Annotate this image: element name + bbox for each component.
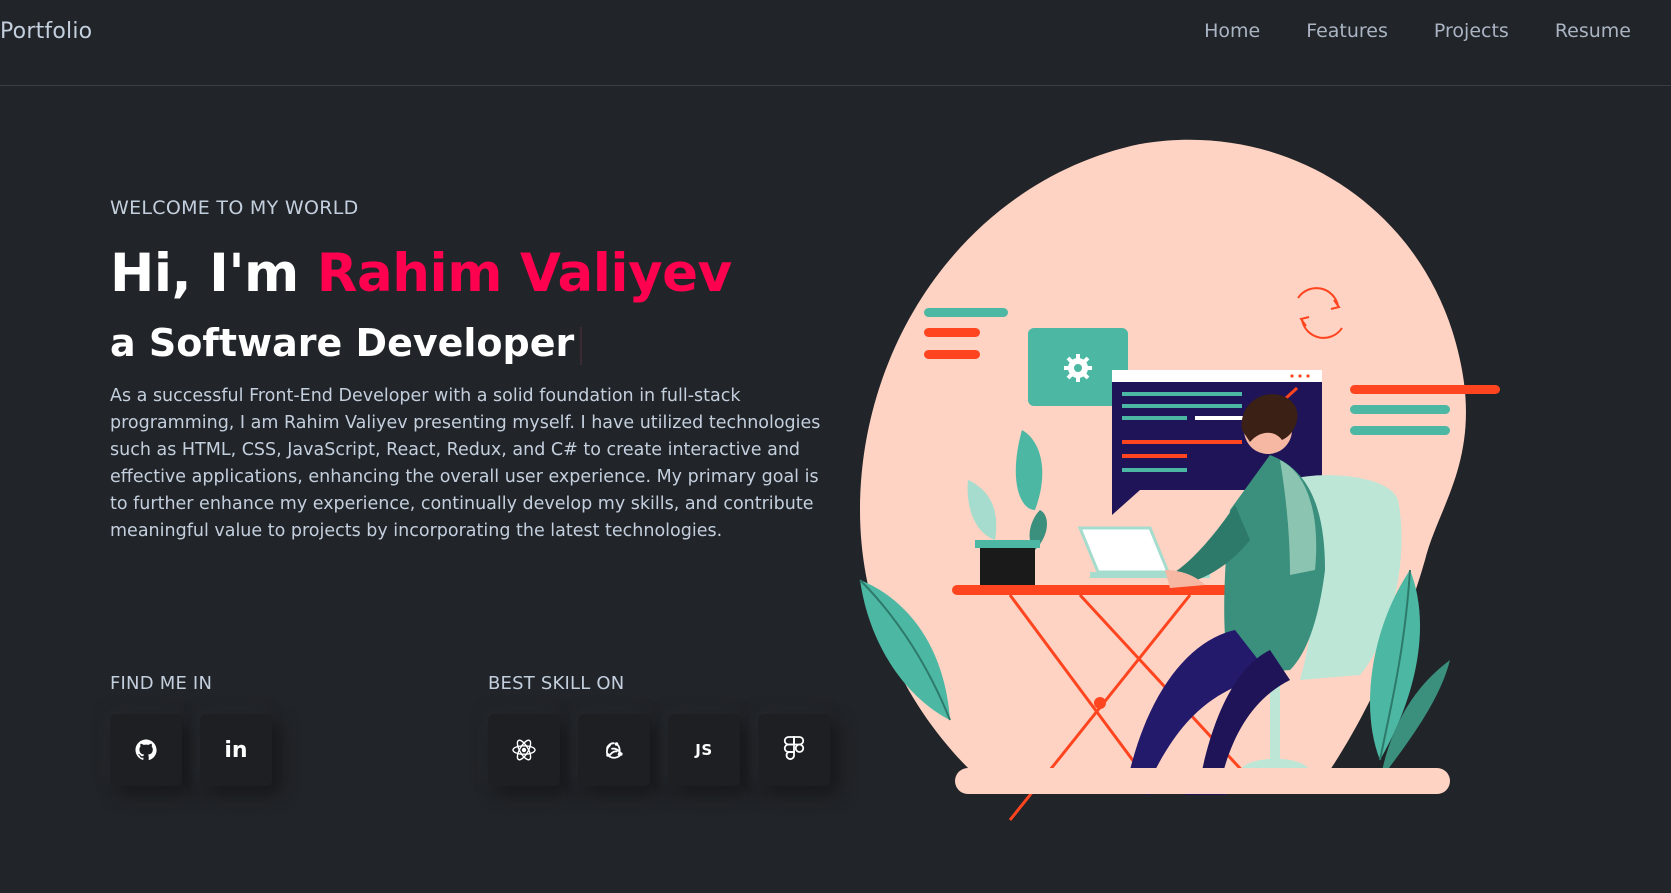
find-me-section: FIND ME IN in: [110, 673, 272, 786]
hero-name: Rahim Valiyev: [316, 243, 732, 304]
javascript-icon: JS: [695, 741, 713, 759]
developer-illustration: [859, 139, 1500, 821]
nav-resume[interactable]: Resume: [1555, 20, 1631, 42]
redux-skill-button[interactable]: [578, 714, 650, 786]
deco-line-teal-right-2: [1350, 426, 1450, 435]
deco-line-red-right: [1350, 385, 1500, 394]
nav-features[interactable]: Features: [1306, 20, 1388, 42]
welcome-label: WELCOME TO MY WORLD: [110, 197, 359, 219]
top-navbar: Portfolio Home Features Projects Resume: [0, 0, 1671, 86]
site-logo[interactable]: Portfolio: [0, 19, 92, 44]
hero-role: a Software Developer: [110, 321, 830, 365]
social-links: in: [110, 714, 272, 786]
linkedin-button[interactable]: in: [200, 714, 272, 786]
gear-icon: [1064, 354, 1092, 382]
javascript-skill-button[interactable]: JS: [668, 714, 740, 786]
linkedin-icon: in: [224, 737, 248, 763]
nav-home[interactable]: Home: [1204, 20, 1260, 42]
hero-section: WELCOME TO MY WORLD Hi, I'm Rahim Valiye…: [110, 197, 830, 545]
main-nav: Home Features Projects Resume: [1204, 20, 1631, 42]
figma-skill-button[interactable]: [758, 714, 830, 786]
skills-section: BEST SKILL ON JS: [488, 673, 830, 786]
hero-description: As a successful Front-End Developer with…: [110, 386, 821, 542]
redux-icon: [606, 742, 623, 759]
skill-icons: JS: [488, 714, 830, 786]
skills-title: BEST SKILL ON: [488, 673, 625, 694]
deco-line-teal-right: [1350, 405, 1450, 414]
floor-base: [955, 768, 1450, 794]
react-skill-button[interactable]: [488, 714, 560, 786]
deco-line-red-2: [924, 350, 980, 359]
react-icon: [512, 739, 536, 761]
figma-icon: [783, 736, 805, 760]
deco-line-teal: [924, 308, 1008, 317]
greeting-text: Hi, I'm: [110, 243, 299, 304]
github-button[interactable]: [110, 714, 182, 786]
github-icon: [135, 739, 157, 761]
find-me-title: FIND ME IN: [110, 673, 213, 694]
deco-line-red: [924, 328, 980, 337]
hero-heading: Hi, I'm Rahim Valiyev: [110, 243, 830, 304]
typing-caret: [580, 326, 583, 365]
role-text: a Software Developer: [110, 321, 575, 366]
nav-projects[interactable]: Projects: [1434, 20, 1509, 42]
